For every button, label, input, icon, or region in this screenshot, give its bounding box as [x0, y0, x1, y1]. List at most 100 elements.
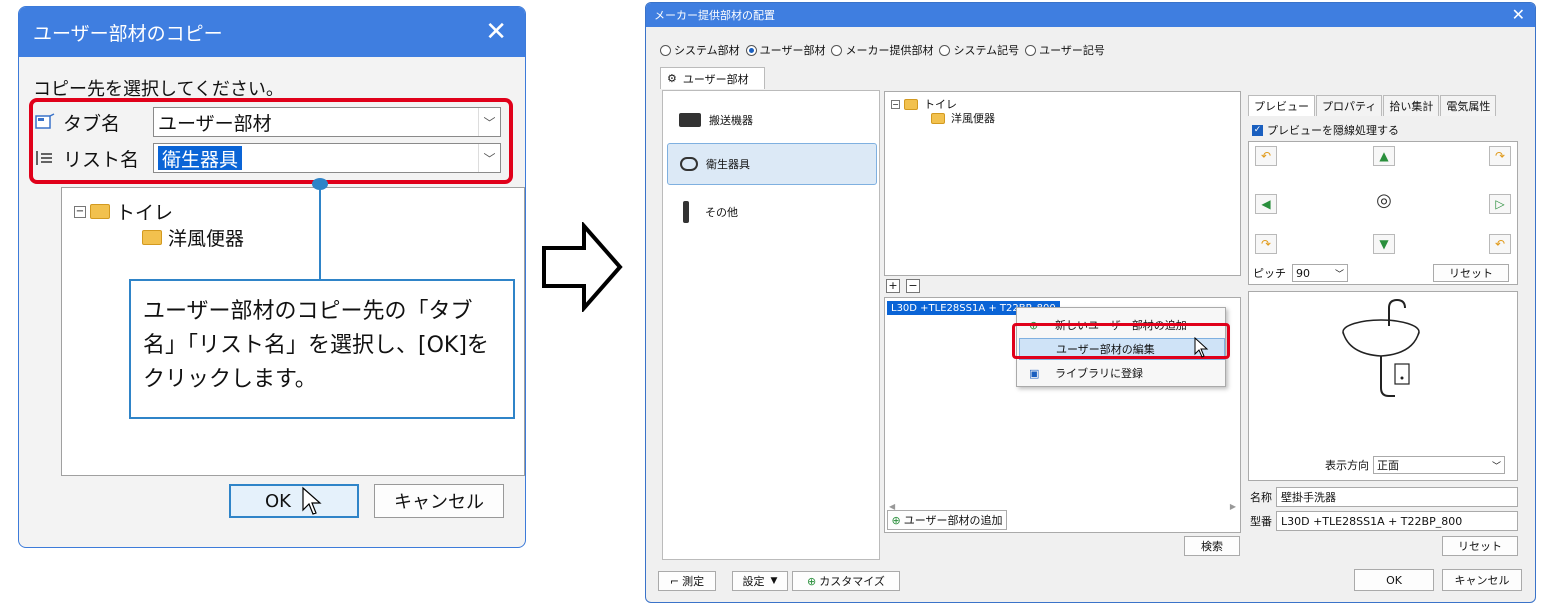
tab-takeoff[interactable]: 拾い集計: [1383, 95, 1440, 116]
radio-user-part[interactable]: ユーザー部材: [745, 42, 826, 58]
rotate-up-icon[interactable]: ▲: [1373, 146, 1395, 166]
direction-select[interactable]: 正面 ﹀: [1373, 456, 1505, 474]
close-icon[interactable]: ✕: [1512, 5, 1525, 24]
scroll-right-icon[interactable]: ▶: [1230, 502, 1236, 511]
pitch-row: ピッチ 90 ﹀: [1253, 264, 1348, 282]
copy-user-part-dialog: ユーザー部材のコピー ✕ コピー先を選択してください。 タブ名 ユーザー部材 ﹀…: [18, 6, 526, 548]
radio-label: メーカー提供部材: [845, 44, 934, 57]
rotate-down-icon[interactable]: ▼: [1373, 234, 1395, 254]
cancel-button[interactable]: キャンセル: [1442, 569, 1522, 591]
dialog-title: ユーザー部材のコピー: [33, 22, 223, 45]
folder-icon: [904, 98, 918, 110]
callout-dot: [312, 178, 328, 190]
rotate-left-icon[interactable]: ◀: [1255, 194, 1277, 214]
instruction-callout: ユーザー部材のコピー先の「タブ名」「リスト名」を選択し、[OK]をクリックします…: [129, 279, 515, 419]
folder-icon: [142, 230, 162, 245]
rotate-right-icon[interactable]: ▷: [1489, 194, 1511, 214]
library-icon: ▣: [1029, 366, 1040, 380]
pitch-label: ピッチ: [1253, 267, 1286, 280]
category-item-other[interactable]: その他: [667, 191, 877, 233]
ok-button[interactable]: OK: [229, 484, 359, 518]
category-label: 衛生器具: [706, 158, 750, 171]
name-field[interactable]: 壁掛手洗器: [1276, 487, 1518, 507]
radio-circle[interactable]: [939, 44, 951, 56]
cancel-label: キャンセル: [394, 492, 484, 513]
rotate-down-right-icon[interactable]: ↶: [1489, 234, 1511, 254]
chevron-down-icon[interactable]: ﹀: [1492, 459, 1501, 472]
ok-button[interactable]: OK: [1354, 569, 1434, 591]
collapse-icon[interactable]: −: [891, 99, 900, 109]
category-item-conveyor[interactable]: 搬送機器: [667, 99, 877, 141]
caret-down-icon[interactable]: ▼: [771, 576, 778, 586]
tree-node-toilet[interactable]: − トイレ: [74, 198, 173, 225]
part-preview: 表示方向 正面 ﹀: [1248, 291, 1518, 481]
tab-property[interactable]: プロパティ: [1316, 95, 1383, 116]
preview-tabs: プレビュー プロパティ 拾い集計 電気属性: [1248, 95, 1497, 116]
right-arrow-icon: [542, 222, 623, 312]
radio-circle[interactable]: [745, 44, 757, 56]
radio-maker-part[interactable]: メーカー提供部材: [831, 42, 933, 58]
customize-button[interactable]: ⊕ カスタマイズ: [792, 571, 900, 591]
radio-label: システム記号: [953, 44, 1020, 57]
category-item-sanitary[interactable]: 衛生器具: [667, 143, 877, 185]
search-button[interactable]: 検索: [1184, 536, 1240, 556]
tab-electric[interactable]: 電気属性: [1440, 95, 1497, 116]
maker-part-placement-window: メーカー提供部材の配置 ✕ システム部材 ユーザー部材 メーカー提供部材 システ…: [645, 2, 1536, 603]
tree-node-western-toilet[interactable]: 洋風便器: [931, 110, 995, 126]
washbasin-image: [1342, 298, 1420, 397]
conveyor-icon: [679, 113, 701, 127]
collapse-all-icon[interactable]: −: [906, 279, 920, 293]
radio-label: ユーザー記号: [1039, 44, 1105, 57]
highlight-frame: [29, 98, 513, 184]
gear-icon: ⚙: [667, 72, 677, 85]
add-icon: ⊕: [891, 513, 901, 527]
cancel-button[interactable]: キャンセル: [374, 484, 504, 518]
menu-item-label: ライブラリに登録: [1055, 367, 1143, 380]
radio-circle[interactable]: [1025, 44, 1037, 56]
radio-system-symbol[interactable]: システム記号: [939, 42, 1019, 58]
button-label: ユーザー部材の追加: [903, 514, 1003, 527]
collapse-icon[interactable]: −: [74, 205, 86, 218]
rotate-up-left-icon[interactable]: ↶: [1255, 146, 1277, 166]
close-icon[interactable]: ✕: [485, 17, 507, 47]
expand-collapse-buttons: + −: [886, 279, 924, 293]
radio-circle[interactable]: [660, 44, 671, 56]
rotate-down-left-icon[interactable]: ↷: [1255, 234, 1277, 254]
pitch-value: 90: [1296, 266, 1310, 280]
callout-leader: [319, 184, 321, 280]
radio-circle[interactable]: [831, 44, 843, 56]
expand-all-icon[interactable]: +: [886, 279, 900, 293]
tab-preview[interactable]: プレビュー: [1248, 95, 1315, 116]
radio-label: ユーザー部材: [759, 44, 826, 57]
toilet-top-icon: ◎: [1376, 189, 1392, 211]
ok-label: OK: [265, 490, 291, 512]
view-direction-row: 表示方向 正面 ﹀: [1325, 456, 1505, 474]
category-label: 搬送機器: [709, 114, 753, 127]
model-field[interactable]: L30D +TLE28SS1A + T22BP_800: [1276, 511, 1518, 531]
name-label: 名称: [1250, 491, 1272, 504]
button-label: 測定: [682, 575, 705, 588]
button-label: カスタマイズ: [819, 575, 885, 588]
chevron-down-icon[interactable]: ﹀: [1335, 267, 1344, 280]
rotate-up-right-icon[interactable]: ↷: [1489, 146, 1511, 166]
radio-system-part[interactable]: システム部材: [660, 42, 740, 58]
measure-button[interactable]: ⌐ 測定: [658, 571, 716, 591]
add-user-part-button[interactable]: ⊕ ユーザー部材の追加: [887, 510, 1007, 530]
tree-node-western-toilet[interactable]: 洋風便器: [142, 224, 244, 251]
sanitary-icon: [680, 157, 698, 171]
pitch-select[interactable]: 90 ﹀: [1292, 264, 1348, 282]
category-list: 搬送機器 衛生器具 その他: [662, 90, 880, 560]
reset-fields-button[interactable]: リセット: [1442, 536, 1518, 556]
model-label: 型番: [1250, 515, 1272, 528]
tab-user-part[interactable]: ⚙ ユーザー部材: [660, 67, 765, 89]
settings-button[interactable]: 設定 ▼: [732, 571, 788, 591]
window-title: メーカー提供部材の配置: [654, 9, 775, 22]
menu-item-register-library[interactable]: ▣ ライブラリに登録: [1019, 362, 1225, 384]
part-tree[interactable]: − トイレ 洋風便器: [884, 91, 1241, 276]
checkbox-checked[interactable]: ✓: [1252, 124, 1263, 136]
folder-icon: [931, 112, 945, 124]
hidden-line-option[interactable]: ✓ プレビューを隠線処理する: [1252, 122, 1399, 138]
radio-user-symbol[interactable]: ユーザー記号: [1025, 42, 1105, 58]
reset-view-button[interactable]: リセット: [1433, 264, 1509, 282]
other-icon: [683, 201, 689, 223]
